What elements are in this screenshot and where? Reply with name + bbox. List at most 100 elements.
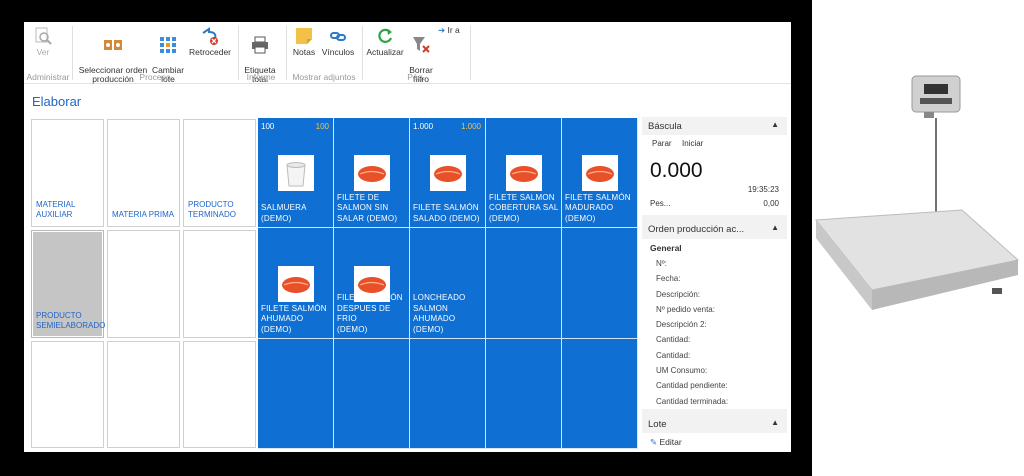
product-tile-filete-salado[interactable]: 1.000 1.000 FILETE SALMÓN SALADO (DEMO) [410,118,486,228]
retroceder-label: Retroceder [188,47,232,57]
product-tile-filete-cobertura-sal[interactable]: FILETE SALMON COBERTURA SAL (DEMO) [486,118,562,228]
field-label: Descripción: [656,289,701,299]
product-qty: 100 [261,122,275,131]
arrow-right-icon: ➔ [438,25,446,35]
peso-label: Pes... [650,199,671,208]
product-qty-secondary: 100 [315,122,329,131]
product-tile-filete-sin-salar[interactable]: FILETE DE SALMON SIN SALAR (DEMO) [334,118,410,228]
product-label: FILETE SALMÓN DESPUES DE FRIO (DEMO) [337,293,403,334]
group-administrar: Administrar [26,72,70,82]
field-label: Cantidad terminada: [656,396,729,406]
parar-action[interactable]: Parar [652,139,672,148]
tile-empty [31,341,104,448]
tile-label: PRODUCTO TERMINADO [188,200,236,219]
tile-label: PRODUCTO SEMIELABORADO [36,311,106,330]
production-order-icon [104,40,122,50]
page-title: Elaborar [32,94,82,109]
note-icon [296,28,312,44]
group-proceso: Proceso [139,72,171,82]
undo-icon [202,27,218,45]
vinculos-button[interactable]: Vínculos [320,26,356,57]
field-label: Nº pedido venta: [656,304,715,314]
product-tile-filete-ahumado[interactable]: FILETE SALMÓN AHUMADO (DEMO) [258,228,334,339]
bascula-header[interactable]: Báscula ▲ [642,117,787,135]
chevron-up-icon[interactable]: ▲ [771,418,779,427]
product-label: FILETE SALMÓN SALADO (DEMO) [413,203,480,223]
ir-a-label: Ir a [447,25,460,35]
lote-header[interactable]: Lote ▲ [642,415,787,433]
product-label: SALMUERA (DEMO) [261,203,307,223]
group-pag: Pág. [407,72,425,82]
tile-empty [107,341,180,448]
ribbon: Ver Seleccionar orden producción Cambiar… [24,22,791,84]
chevron-up-icon[interactable]: ▲ [771,120,779,129]
tile-empty [107,230,180,338]
orden-body: General Nº: Fecha: Descripción: Nº pedid… [642,239,787,409]
bucket-image [278,155,314,191]
product-tile-empty [410,339,486,449]
lote-title: Lote [648,419,667,430]
product-label: FILETE DE SALMON SIN SALAR (DEMO) [337,192,398,223]
product-label: LONCHEADO SALMON AHUMADO (DEMO) [413,293,466,334]
product-tile-empty [334,339,410,449]
app-screen: Ver Seleccionar orden producción Cambiar… [24,22,791,452]
bascula-body: Parar Iniciar 0.000 19:35:23 Pes... 0,00 [642,135,787,215]
field-label: UM Consumo: [656,366,708,376]
tile-label: MATERIA PRIMA [112,210,175,219]
group-adjuntos: Mostrar adjuntos [292,72,356,82]
product-tile-empty [562,228,638,339]
editar-action[interactable]: ✎ Editar [650,437,682,448]
refresh-icon [378,28,393,43]
ribbon-separator [470,26,471,80]
salmon-fillet-image [582,155,618,191]
lot-grid-icon [160,37,176,53]
tile-empty [183,230,256,338]
field-label: Nº: [656,259,667,268]
tile-material-auxiliar[interactable]: MATERIAL AUXILIAR [31,119,104,227]
product-tile-empty [562,339,638,449]
scale-reading: 0.000 [650,159,703,182]
product-tile-loncheado[interactable]: LONCHEADO SALMON AHUMADO (DEMO) [410,228,486,339]
product-qty: 1.000 [413,122,434,131]
vinculos-label: Vínculos [321,47,355,57]
chevron-up-icon[interactable]: ▲ [771,223,779,232]
factbox-panel: Báscula ▲ Parar Iniciar 0.000 19:35:23 P… [642,117,787,452]
retroceder-button[interactable]: Retroceder [188,26,232,57]
salmon-fillet-image [354,155,390,191]
salmon-fillet-image [506,155,542,191]
group-informe: Informe [246,72,276,82]
tile-producto-terminado[interactable]: PRODUCTO TERMINADO [183,119,256,227]
ver-label: Ver [36,47,50,57]
lote-body: ✎ Editar [642,433,787,452]
weighing-scale-image [815,75,1020,310]
link-icon [330,32,346,41]
notas-label: Notas [292,47,316,57]
tile-empty [183,341,256,448]
product-tile-salmuera[interactable]: 100 100 SALMUERA (DEMO) [258,118,334,228]
field-label: Descripción 2: [656,320,707,330]
tile-producto-semielaborado[interactable]: PRODUCTO SEMIELABORADO [31,230,106,338]
printer-icon [252,36,268,54]
product-qty-secondary: 1.000 [460,122,481,131]
actualizar-button[interactable]: Actualizar [366,26,404,57]
ir-a-button[interactable]: ➔ Ir a [438,26,468,35]
orden-header[interactable]: Orden producción ac... ▲ [642,219,787,239]
clear-filter-icon [413,37,430,53]
iniciar-action[interactable]: Iniciar [682,139,703,148]
product-label: FILETE SALMÓN AHUMADO (DEMO) [261,303,327,334]
view-icon [35,27,52,45]
ver-button[interactable]: Ver [30,26,56,57]
notas-button[interactable]: Notas [290,26,318,57]
actualizar-label: Actualizar [366,47,404,57]
field-label: Cantidad pendiente: [656,381,728,391]
product-tile-filete-despues-frio[interactable]: FILETE SALMÓN DESPUES DE FRIO (DEMO) [334,228,410,339]
ribbon-separator [72,26,73,80]
product-tile-filete-madurado[interactable]: FILETE SALMÓN MADURADO (DEMO) [562,118,638,228]
field-label: Fecha: [656,274,681,284]
tile-materia-prima[interactable]: MATERIA PRIMA [107,119,180,227]
product-tile-empty [258,339,334,449]
pencil-icon: ✎ [650,437,658,447]
product-tile-empty [486,339,562,449]
salmon-fillet-image [430,155,466,191]
scale-time: 19:35:23 [747,185,779,194]
